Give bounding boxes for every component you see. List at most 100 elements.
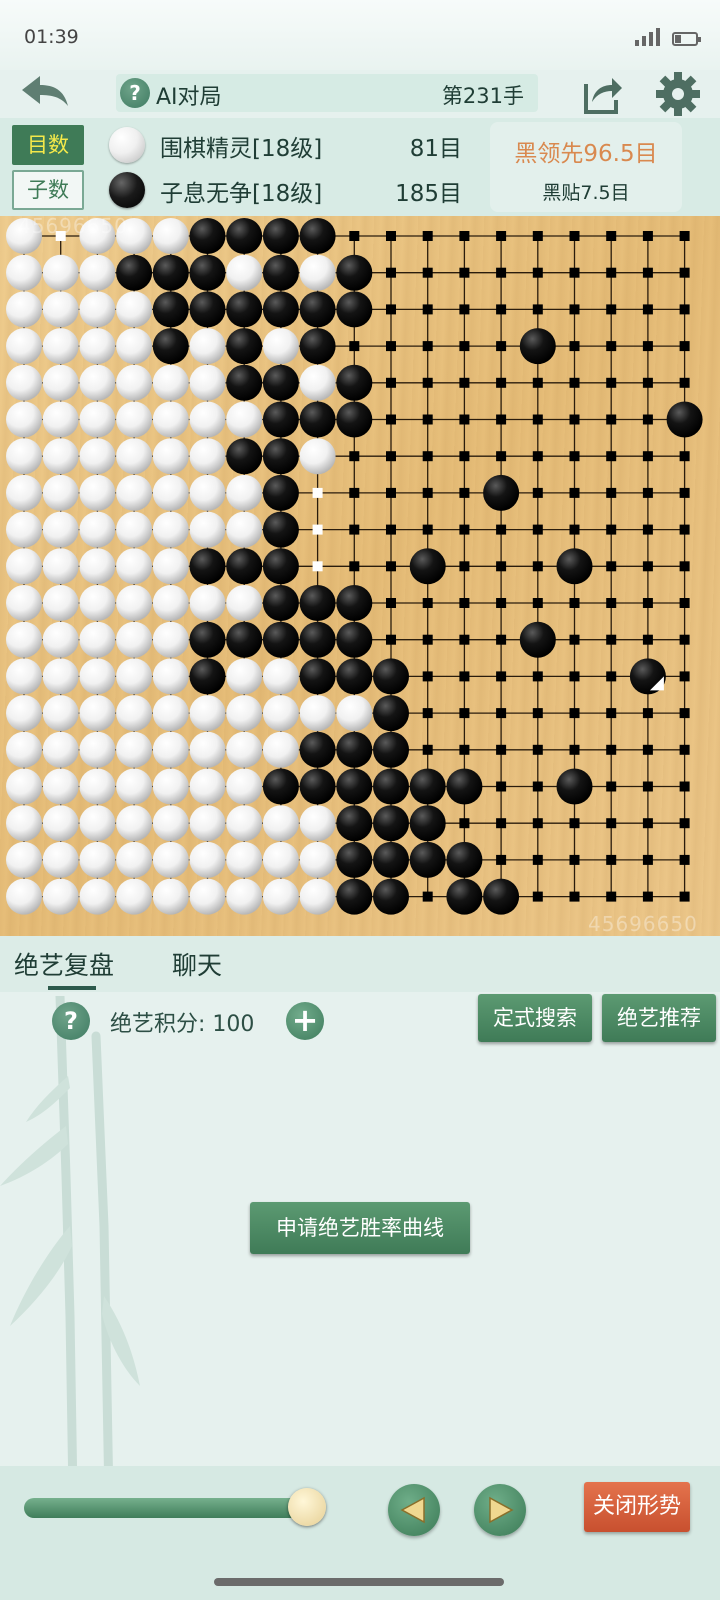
black-territory-marker[interactable] <box>679 341 690 352</box>
black-territory-marker[interactable] <box>459 671 470 682</box>
move-slider-handle[interactable] <box>288 1488 326 1526</box>
black-territory-marker[interactable] <box>349 341 360 352</box>
black-territory-marker[interactable] <box>422 744 433 755</box>
move-slider[interactable] <box>24 1498 314 1518</box>
black-territory-marker[interactable] <box>679 267 690 278</box>
black-territory-marker[interactable] <box>569 634 580 645</box>
black-territory-marker[interactable] <box>496 708 507 719</box>
black-territory-marker[interactable] <box>532 671 543 682</box>
black-territory-marker[interactable] <box>606 781 617 792</box>
black-territory-marker[interactable] <box>386 267 396 278</box>
black-territory-marker[interactable] <box>422 671 433 682</box>
tab-ai-review[interactable]: 绝艺复盘 <box>14 946 114 982</box>
black-territory-marker[interactable] <box>606 561 617 572</box>
black-territory-marker[interactable] <box>459 487 470 498</box>
black-territory-marker[interactable] <box>642 341 653 352</box>
black-territory-marker[interactable] <box>569 708 580 719</box>
black-territory-marker[interactable] <box>496 341 507 352</box>
black-territory-marker[interactable] <box>532 891 543 902</box>
black-territory-marker[interactable] <box>642 561 653 572</box>
black-territory-marker[interactable] <box>679 891 690 902</box>
territory-count-tab[interactable]: 目数 <box>12 125 84 165</box>
black-territory-marker[interactable] <box>679 524 690 535</box>
back-button[interactable] <box>18 72 72 112</box>
black-territory-marker[interactable] <box>569 304 580 315</box>
black-territory-marker[interactable] <box>496 671 507 682</box>
black-territory-marker[interactable] <box>606 267 617 278</box>
black-territory-marker[interactable] <box>386 304 396 315</box>
black-territory-marker[interactable] <box>422 634 433 645</box>
black-territory-marker[interactable] <box>679 708 690 719</box>
black-territory-marker[interactable] <box>642 818 653 829</box>
black-territory-marker[interactable] <box>459 744 470 755</box>
black-territory-marker[interactable] <box>569 854 580 865</box>
black-territory-marker[interactable] <box>569 744 580 755</box>
black-territory-marker[interactable] <box>606 634 617 645</box>
black-territory-marker[interactable] <box>459 451 470 462</box>
points-help-icon[interactable]: ? <box>52 1002 90 1040</box>
black-territory-marker[interactable] <box>642 487 653 498</box>
black-territory-marker[interactable] <box>679 781 690 792</box>
black-territory-marker[interactable] <box>569 524 580 535</box>
black-territory-marker[interactable] <box>606 524 617 535</box>
black-territory-marker[interactable] <box>532 781 543 792</box>
black-territory-marker[interactable] <box>349 487 360 498</box>
black-territory-marker[interactable] <box>679 561 690 572</box>
black-territory-marker[interactable] <box>532 487 543 498</box>
black-territory-marker[interactable] <box>459 634 470 645</box>
black-territory-marker[interactable] <box>532 414 543 425</box>
black-territory-marker[interactable] <box>642 414 653 425</box>
black-territory-marker[interactable] <box>386 524 396 535</box>
tab-chat[interactable]: 聊天 <box>172 946 222 982</box>
black-territory-marker[interactable] <box>569 414 580 425</box>
black-territory-marker[interactable] <box>459 818 470 829</box>
black-territory-marker[interactable] <box>422 267 433 278</box>
black-territory-marker[interactable] <box>569 598 580 608</box>
request-winrate-curve-button[interactable]: 申请绝艺胜率曲线 <box>250 1202 470 1254</box>
black-territory-marker[interactable] <box>606 341 617 352</box>
black-territory-marker[interactable] <box>642 304 653 315</box>
black-territory-marker[interactable] <box>459 341 470 352</box>
black-territory-marker[interactable] <box>386 487 396 498</box>
black-territory-marker[interactable] <box>422 708 433 719</box>
black-territory-marker[interactable] <box>532 744 543 755</box>
black-territory-marker[interactable] <box>679 818 690 829</box>
black-territory-marker[interactable] <box>532 451 543 462</box>
black-territory-marker[interactable] <box>496 781 507 792</box>
black-territory-marker[interactable] <box>532 267 543 278</box>
go-board[interactable]: 45696650 45696650 <box>0 214 720 936</box>
black-territory-marker[interactable] <box>532 708 543 719</box>
black-territory-marker[interactable] <box>496 818 507 829</box>
black-territory-marker[interactable] <box>679 451 690 462</box>
white-territory-marker[interactable] <box>312 561 323 572</box>
ai-recommend-button[interactable]: 绝艺推荐 <box>602 994 716 1042</box>
black-territory-marker[interactable] <box>642 781 653 792</box>
black-territory-marker[interactable] <box>532 561 543 572</box>
black-territory-marker[interactable] <box>496 524 507 535</box>
black-territory-marker[interactable] <box>386 561 396 572</box>
black-territory-marker[interactable] <box>459 561 470 572</box>
black-territory-marker[interactable] <box>496 414 507 425</box>
black-territory-marker[interactable] <box>459 267 470 278</box>
black-territory-marker[interactable] <box>679 634 690 645</box>
black-territory-marker[interactable] <box>422 341 433 352</box>
black-territory-marker[interactable] <box>532 598 543 608</box>
black-territory-marker[interactable] <box>496 561 507 572</box>
black-territory-marker[interactable] <box>642 231 653 241</box>
black-territory-marker[interactable] <box>386 634 396 645</box>
black-territory-marker[interactable] <box>349 561 360 572</box>
black-territory-marker[interactable] <box>606 414 617 425</box>
stone-count-tab[interactable]: 子数 <box>12 170 84 210</box>
black-territory-marker[interactable] <box>606 231 617 241</box>
black-territory-marker[interactable] <box>496 231 507 241</box>
black-territory-marker[interactable] <box>532 304 543 315</box>
black-territory-marker[interactable] <box>642 377 653 388</box>
black-territory-marker[interactable] <box>422 377 433 388</box>
board-grid[interactable] <box>0 216 720 936</box>
black-territory-marker[interactable] <box>606 487 617 498</box>
black-territory-marker[interactable] <box>422 304 433 315</box>
black-territory-marker[interactable] <box>422 891 433 902</box>
black-territory-marker[interactable] <box>422 414 433 425</box>
black-territory-marker[interactable] <box>422 524 433 535</box>
black-territory-marker[interactable] <box>459 708 470 719</box>
